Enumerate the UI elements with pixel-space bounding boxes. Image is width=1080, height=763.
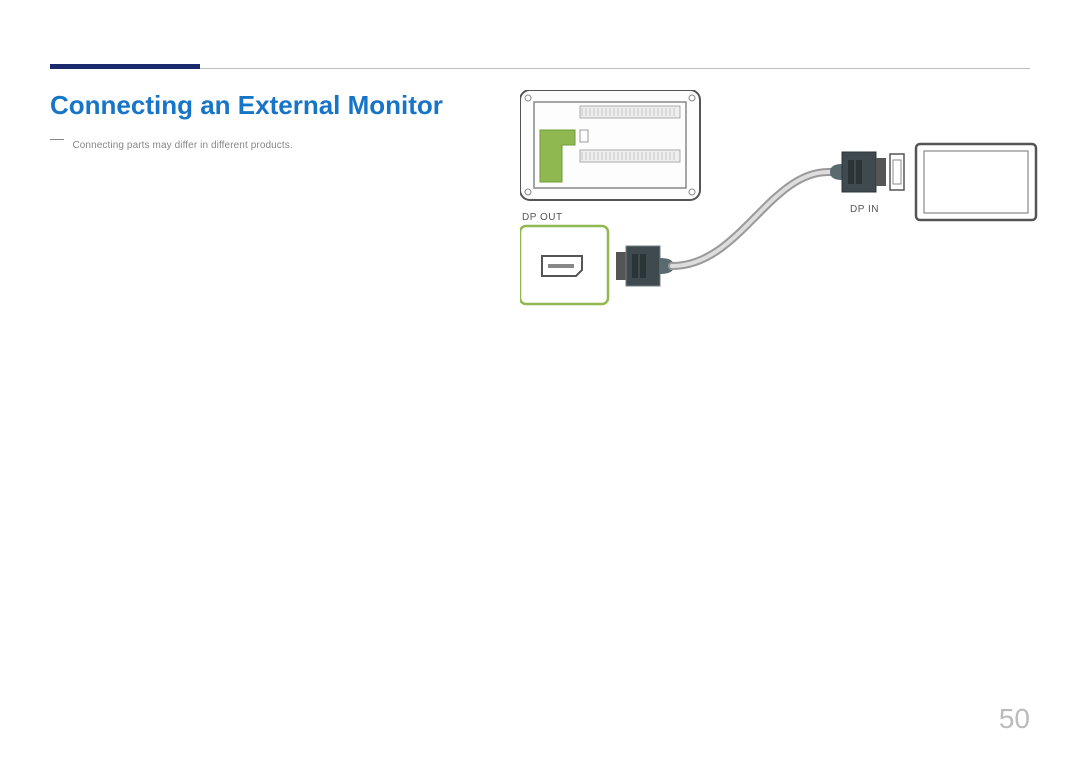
page-number: 50: [999, 703, 1030, 735]
dp-in-port: [890, 154, 904, 190]
dp-plug-left: [616, 246, 674, 286]
dp-out-port-closeup: [520, 226, 608, 304]
note-dash: [50, 139, 64, 145]
note-text: Connecting parts may differ in different…: [72, 140, 292, 151]
dp-out-label: DP OUT: [522, 212, 563, 223]
header-accent: [50, 64, 200, 69]
source-device-back: [520, 90, 700, 200]
dp-plug-right: [830, 152, 886, 192]
dp-in-label: DP IN: [850, 204, 879, 215]
connection-diagram: DP OUT: [520, 90, 1040, 320]
external-monitor: [916, 144, 1036, 220]
